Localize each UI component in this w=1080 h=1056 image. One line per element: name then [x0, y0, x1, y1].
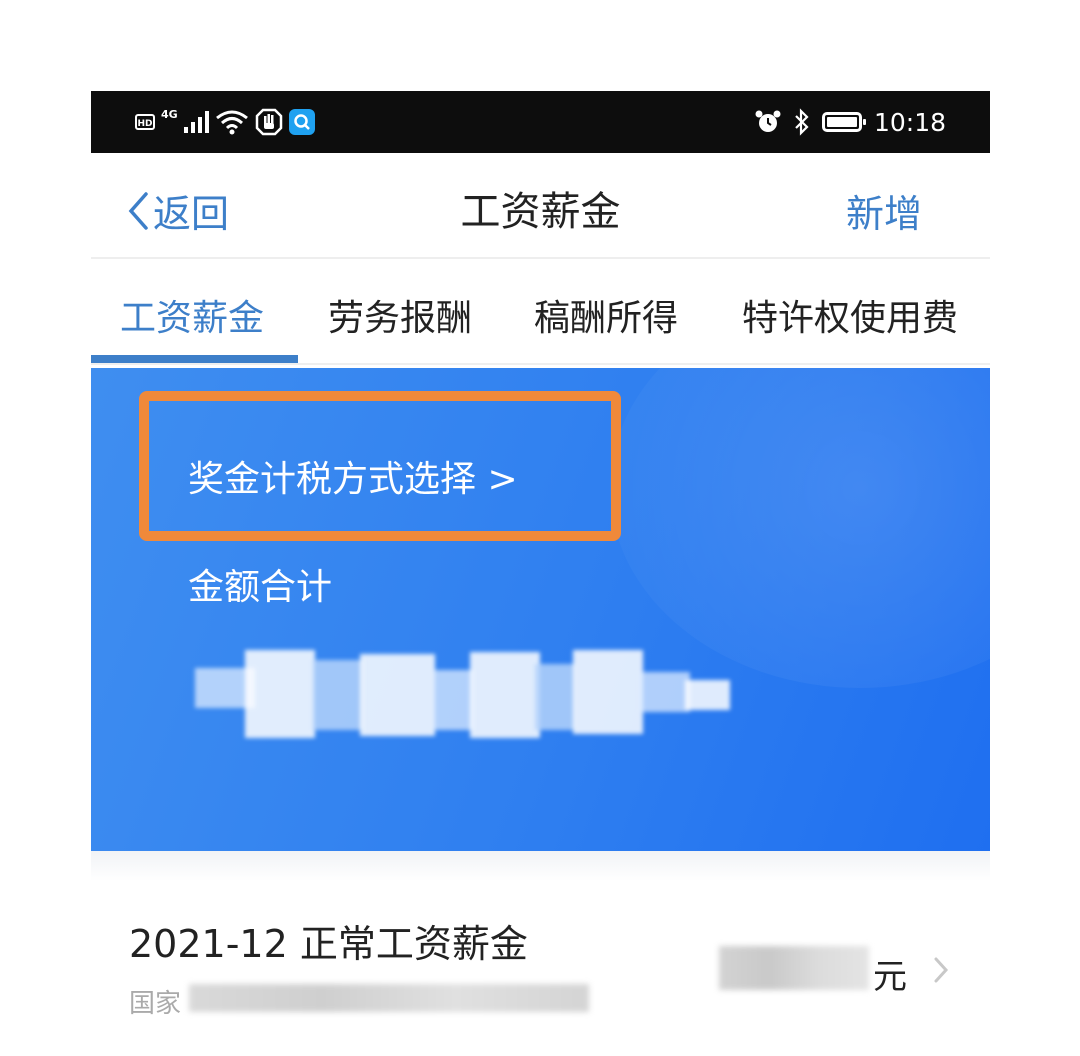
tab-active-indicator [91, 355, 298, 363]
alarm-icon [754, 108, 782, 136]
network-type-label: 4G [161, 107, 178, 121]
nav-bar: 返回 工资薪金 新增 [91, 153, 990, 259]
add-button[interactable]: 新增 [846, 183, 922, 238]
summary-card: 奖金计税方式选择 > 金额合计 [91, 368, 990, 851]
signal-icon [183, 111, 209, 133]
record-subtitle: 国家 [129, 989, 182, 1019]
record-subtitle-blurred [189, 984, 589, 1012]
app-search-icon [288, 109, 315, 135]
status-bar: HD 4G 10:18 [91, 91, 990, 153]
bonus-tax-method-link[interactable]: 奖金计税方式选择 > [188, 450, 518, 502]
section-divider [91, 851, 990, 881]
bluetooth-icon [794, 108, 810, 136]
tab-royalty[interactable]: 特许权使用费 [742, 289, 958, 341]
status-bar-left: HD 4G [135, 106, 315, 138]
tab-labor-remuneration[interactable]: 劳务报酬 [328, 289, 472, 341]
total-amount-label: 金额合计 [188, 567, 333, 608]
wifi-icon [215, 109, 249, 135]
status-bar-right: 10:18 [754, 106, 946, 138]
chevron-right-icon[interactable] [933, 956, 949, 988]
phone-screen: HD 4G 10:18 返回 工资薪金 新增 工资薪金 劳务报酬 稿酬所得 特许… [91, 91, 990, 1056]
clock: 10:18 [873, 107, 946, 137]
record-amount-blurred [719, 946, 869, 990]
income-type-tabs: 工资薪金 劳务报酬 稿酬所得 特许权使用费 [91, 259, 990, 365]
tab-author-remuneration[interactable]: 稿酬所得 [534, 289, 678, 341]
card-glow [610, 368, 990, 688]
record-amount-unit: 元 [873, 957, 907, 997]
total-amount-blurred [195, 650, 735, 740]
record-title[interactable]: 2021-12 正常工资薪金 [129, 913, 528, 968]
hand-icon [255, 108, 283, 136]
tab-salary[interactable]: 工资薪金 [120, 289, 264, 341]
hd-icon: HD [135, 114, 155, 130]
battery-icon [821, 112, 866, 132]
